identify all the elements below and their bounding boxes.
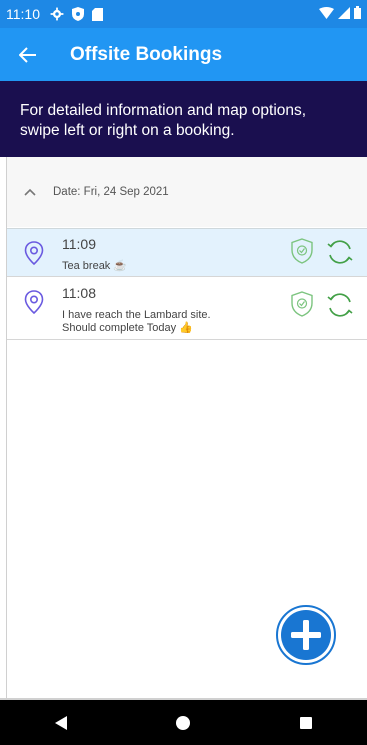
booking-time: 11:08 <box>62 285 96 301</box>
location-pin-icon <box>24 241 44 270</box>
sync-icon[interactable] <box>326 291 354 324</box>
booking-note-line: I have reach the Lambard site. <box>62 309 211 321</box>
location-pin-icon <box>24 290 44 319</box>
booking-time: 11:09 <box>62 236 96 252</box>
date-group-header[interactable]: Date: Fri, 24 Sep 2021 <box>7 157 367 227</box>
info-banner-text: For detailed information and map options… <box>20 102 307 139</box>
recents-square-icon[interactable] <box>286 703 326 743</box>
add-icon <box>276 605 336 665</box>
sync-icon[interactable] <box>326 238 354 271</box>
booking-note-line: Should complete Today 👍 <box>62 322 193 334</box>
verified-shield-icon[interactable] <box>291 238 313 269</box>
signal-icon <box>338 6 350 22</box>
wifi-icon <box>319 6 334 22</box>
status-time: 11:10 <box>6 6 40 22</box>
add-booking-button[interactable] <box>276 605 336 665</box>
battery-icon <box>354 6 361 22</box>
booking-row[interactable]: 11:09 Tea break ☕ <box>7 228 367 277</box>
booking-note: Tea break ☕ <box>62 260 128 272</box>
page-title: Offsite Bookings <box>70 43 223 65</box>
chevron-up-icon[interactable] <box>7 188 53 196</box>
system-nav-bar <box>0 700 367 745</box>
booking-row[interactable]: 11:08 I have reach the Lambard site. Sho… <box>7 278 367 340</box>
sd-card-icon <box>92 7 103 21</box>
gear-icon <box>50 7 64 21</box>
booking-note: I have reach the Lambard site. Should co… <box>62 309 211 335</box>
status-bar: 11:10 <box>0 0 367 28</box>
arrow-left-icon <box>19 46 36 63</box>
back-triangle-icon[interactable] <box>41 703 81 743</box>
verified-shield-icon[interactable] <box>291 291 313 322</box>
date-label: Date: Fri, 24 Sep 2021 <box>53 186 169 198</box>
info-banner: For detailed information and map options… <box>0 81 367 157</box>
shield-icon <box>72 7 84 21</box>
home-circle-icon[interactable] <box>163 703 203 743</box>
back-button[interactable] <box>0 28 56 81</box>
app-bar: Offsite Bookings <box>0 28 367 81</box>
